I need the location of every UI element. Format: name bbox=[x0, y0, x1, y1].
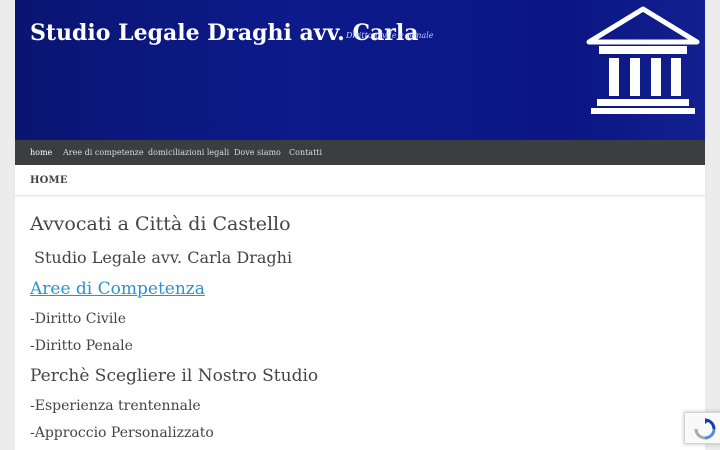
recaptcha-icon bbox=[694, 418, 716, 440]
courthouse-icon bbox=[586, 6, 700, 114]
site-tagline: Diritto civile e penale bbox=[346, 31, 434, 40]
nav-item-domiciliazioni-legali[interactable]: domiciliazioni legali bbox=[148, 148, 229, 157]
page-heading: Avvocati a Città di Castello bbox=[30, 213, 291, 235]
nav-item-aree-di-competenze[interactable]: Aree di competenze bbox=[63, 148, 144, 157]
nav-item-home[interactable]: home bbox=[30, 148, 52, 157]
page-container: Studio Legale Draghi avv. Carla Diritto … bbox=[15, 0, 705, 450]
why-heading: Perchè Scegliere il Nostro Studio bbox=[30, 366, 319, 386]
recaptcha-badge[interactable] bbox=[684, 412, 720, 444]
nav-item-contatti[interactable]: Contatti bbox=[289, 148, 322, 157]
nav-item-dove-siamo[interactable]: Dove siamo bbox=[234, 148, 281, 157]
why-item-approccio: -Approccio Personalizzato bbox=[30, 425, 214, 441]
main-navigation: home Aree di competenze domiciliazioni l… bbox=[15, 140, 705, 165]
page-subheading: Studio Legale avv. Carla Draghi bbox=[34, 248, 293, 267]
breadcrumb-bar: HOME bbox=[15, 165, 705, 196]
site-header: Studio Legale Draghi avv. Carla Diritto … bbox=[15, 0, 705, 140]
why-item-esperienza: -Esperienza trentennale bbox=[30, 398, 201, 414]
logo bbox=[565, 0, 705, 140]
competenza-item-civile: -Diritto Civile bbox=[30, 311, 127, 327]
breadcrumb: HOME bbox=[30, 175, 68, 186]
competenza-item-penale: -Diritto Penale bbox=[30, 338, 133, 354]
aree-di-competenza-link[interactable]: Aree di Competenza bbox=[30, 279, 205, 299]
